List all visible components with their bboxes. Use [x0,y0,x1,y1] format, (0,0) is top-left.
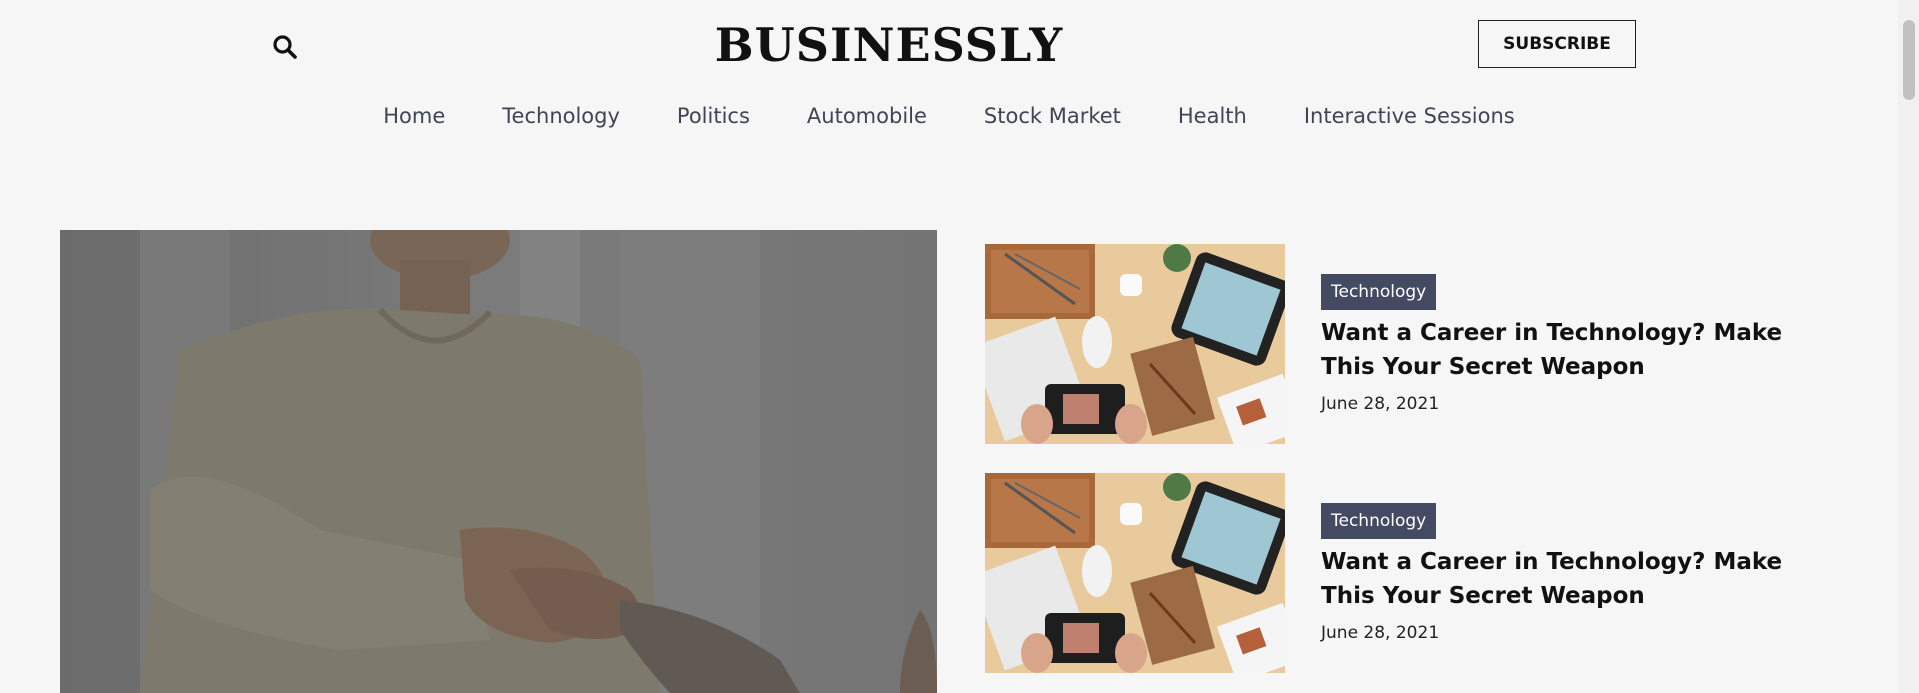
article-thumbnail[interactable] [985,473,1285,673]
article-title[interactable]: Want a Career in Technology? Make This Y… [1321,316,1791,384]
category-badge[interactable]: Technology [1321,503,1437,539]
page-scrollbar[interactable] [1898,0,1919,693]
main-nav: Home Technology Politics Automobile Stoc… [0,104,1898,128]
article-date: June 28, 2021 [1321,394,1440,414]
article-date: June 28, 2021 [1321,623,1440,643]
nav-item-interactive-sessions[interactable]: Interactive Sessions [1304,104,1515,128]
article-thumbnail[interactable] [985,244,1285,444]
page: BUSINESSLY SUBSCRIBE Home Technology Pol… [0,0,1919,693]
article-title[interactable]: Want a Career in Technology? Make This Y… [1321,545,1791,613]
search-button[interactable] [268,30,302,64]
scrollbar-thumb[interactable] [1903,20,1915,100]
hero-image[interactable] [60,230,937,693]
article-card[interactable]: Technology Want a Career in Technology? … [985,473,1805,673]
search-icon [273,35,297,59]
category-badge[interactable]: Technology [1321,274,1437,310]
nav-item-politics[interactable]: Politics [677,104,750,128]
site-logo[interactable]: BUSINESSLY [660,14,1118,76]
nav-item-health[interactable]: Health [1178,104,1247,128]
subscribe-button[interactable]: SUBSCRIBE [1478,20,1636,68]
article-card[interactable]: Technology Want a Career in Technology? … [985,244,1805,444]
nav-item-technology[interactable]: Technology [502,104,620,128]
nav-item-automobile[interactable]: Automobile [807,104,927,128]
nav-item-stock-market[interactable]: Stock Market [984,104,1121,128]
nav-item-home[interactable]: Home [383,104,445,128]
